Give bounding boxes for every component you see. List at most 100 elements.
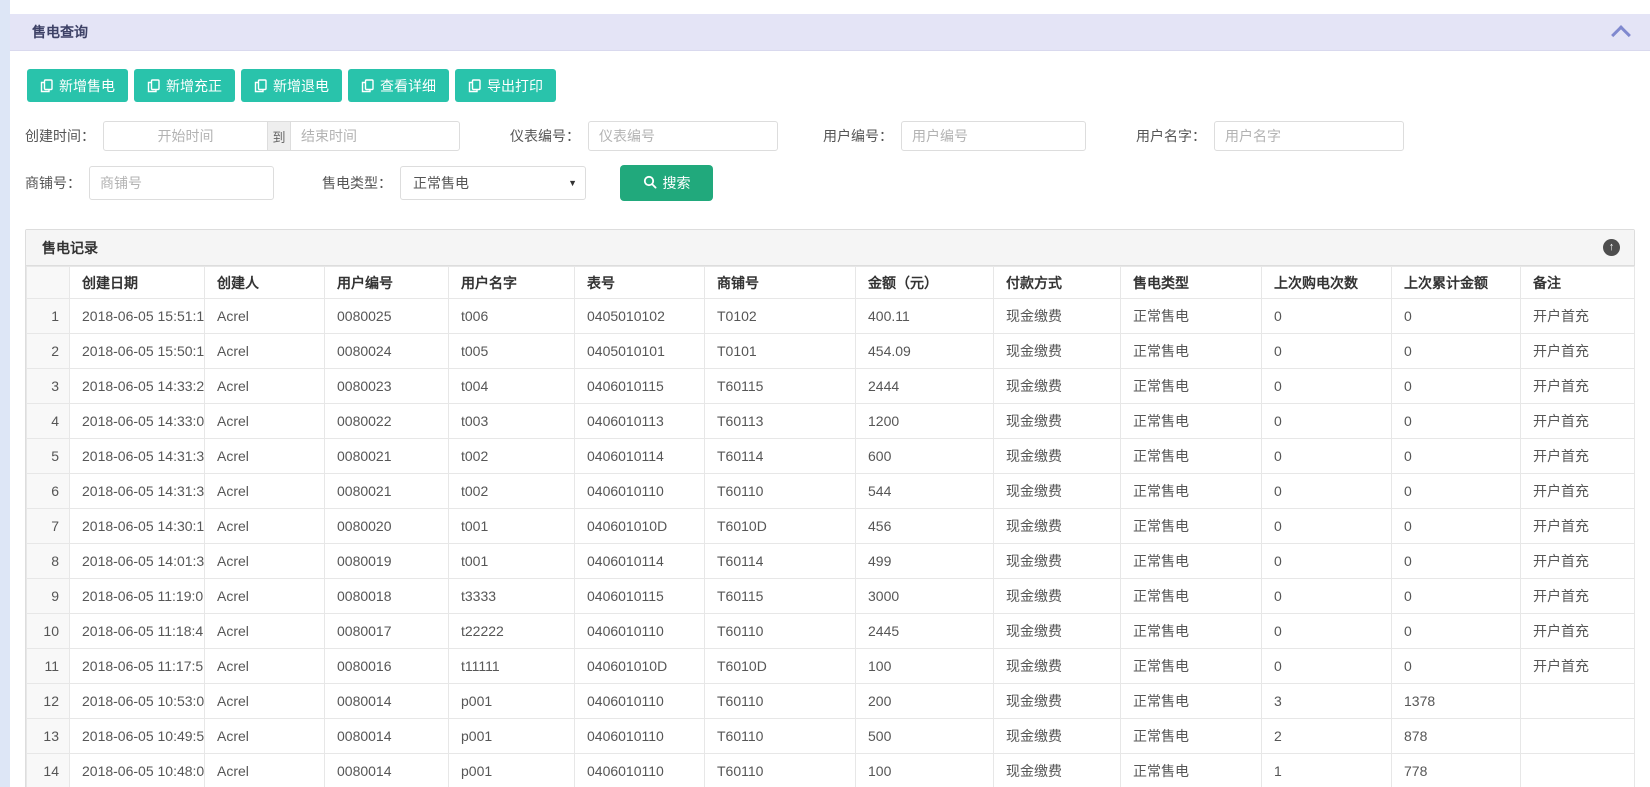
user-no-label: 用户编号： bbox=[823, 126, 893, 146]
table-cell: 0406010114 bbox=[575, 544, 705, 579]
search-button[interactable]: 搜索 bbox=[620, 165, 713, 201]
table-cell: 0080025 bbox=[325, 299, 449, 334]
row-index-cell: 5 bbox=[27, 439, 70, 474]
table-row[interactable]: 42018-06-05 14:33:0Acrel0080022t00304060… bbox=[27, 404, 1635, 439]
table-cell: 2018-06-05 15:50:1 bbox=[70, 334, 205, 369]
table-cell: 开户首充 bbox=[1521, 649, 1635, 684]
row-index-cell: 9 bbox=[27, 579, 70, 614]
table-cell: 0 bbox=[1262, 649, 1392, 684]
table-cell: 0080021 bbox=[325, 439, 449, 474]
date-to-label: 到 bbox=[268, 121, 290, 151]
table-cell: 0 bbox=[1262, 614, 1392, 649]
start-time-input[interactable] bbox=[103, 121, 268, 151]
add-sale-button[interactable]: 新增售电 bbox=[27, 69, 128, 102]
table-cell: 0 bbox=[1262, 579, 1392, 614]
meter-no-input[interactable] bbox=[588, 121, 778, 151]
user-no-input[interactable] bbox=[901, 121, 1086, 151]
table-row[interactable]: 122018-06-05 10:53:0Acrel0080014p0010406… bbox=[27, 684, 1635, 719]
shop-no-label: 商铺号： bbox=[25, 173, 81, 193]
table-cell: 现金缴费 bbox=[994, 544, 1121, 579]
page-header: 售电查询 bbox=[10, 14, 1650, 51]
column-header: 上次累计金额 bbox=[1392, 267, 1521, 299]
column-header: 创建人 bbox=[205, 267, 325, 299]
table-cell: 0080023 bbox=[325, 369, 449, 404]
table-row[interactable]: 112018-06-05 11:17:5Acrel0080016t1111104… bbox=[27, 649, 1635, 684]
row-index-cell: 13 bbox=[27, 719, 70, 754]
table-row[interactable]: 12018-06-05 15:51:1Acrel0080025t00604050… bbox=[27, 299, 1635, 334]
sale-records-table: 创建日期创建人用户编号用户名字表号商铺号金额（元）付款方式售电类型上次购电次数上… bbox=[26, 266, 1635, 787]
table-cell: 0 bbox=[1262, 369, 1392, 404]
table-cell: 开户首充 bbox=[1521, 614, 1635, 649]
table-cell: 0080024 bbox=[325, 334, 449, 369]
row-index-cell: 7 bbox=[27, 509, 70, 544]
column-header: 付款方式 bbox=[994, 267, 1121, 299]
copy-icon bbox=[361, 79, 374, 93]
main-content: 售电查询 新增售电 新增充正 新增退电 查看详细 导出打印 创建时间： 到 bbox=[10, 0, 1650, 787]
table-cell: 现金缴费 bbox=[994, 579, 1121, 614]
table-cell: t002 bbox=[449, 439, 575, 474]
table-cell: 2018-06-05 11:17:5 bbox=[70, 649, 205, 684]
column-header: 上次购电次数 bbox=[1262, 267, 1392, 299]
table-row[interactable]: 102018-06-05 11:18:4Acrel0080017t2222204… bbox=[27, 614, 1635, 649]
add-refund-button[interactable]: 新增退电 bbox=[241, 69, 342, 102]
table-cell: 0080019 bbox=[325, 544, 449, 579]
shop-no-input[interactable] bbox=[89, 166, 274, 200]
table-cell: t004 bbox=[449, 369, 575, 404]
table-cell: T60114 bbox=[705, 439, 856, 474]
table-cell: Acrel bbox=[205, 754, 325, 787]
table-cell: 开户首充 bbox=[1521, 579, 1635, 614]
table-row[interactable]: 82018-06-05 14:01:3Acrel0080019t00104060… bbox=[27, 544, 1635, 579]
add-recharge-button[interactable]: 新增充正 bbox=[134, 69, 235, 102]
table-cell: t001 bbox=[449, 544, 575, 579]
table-cell: 0 bbox=[1392, 649, 1521, 684]
panel-title: 售电记录 bbox=[42, 238, 98, 258]
table-row[interactable]: 62018-06-05 14:31:3Acrel0080021t00204060… bbox=[27, 474, 1635, 509]
table-cell: 0406010113 bbox=[575, 404, 705, 439]
table-cell: 0 bbox=[1392, 614, 1521, 649]
copy-icon bbox=[147, 79, 160, 93]
table-row[interactable]: 132018-06-05 10:49:5Acrel0080014p0010406… bbox=[27, 719, 1635, 754]
table-cell: 正常售电 bbox=[1121, 579, 1262, 614]
table-cell: 现金缴费 bbox=[994, 299, 1121, 334]
table-cell: 1378 bbox=[1392, 684, 1521, 719]
table-row[interactable]: 22018-06-05 15:50:1Acrel0080024t00504050… bbox=[27, 334, 1635, 369]
chevron-up-icon[interactable] bbox=[1611, 25, 1631, 45]
sale-type-select[interactable]: 正常售电 bbox=[400, 166, 586, 200]
end-time-input[interactable] bbox=[290, 121, 460, 151]
table-cell: T6010D bbox=[705, 509, 856, 544]
table-cell: 正常售电 bbox=[1121, 369, 1262, 404]
export-print-button[interactable]: 导出打印 bbox=[455, 69, 556, 102]
table-cell: 0406010110 bbox=[575, 684, 705, 719]
table-header-row: 创建日期创建人用户编号用户名字表号商铺号金额（元）付款方式售电类型上次购电次数上… bbox=[27, 267, 1635, 299]
table-row[interactable]: 142018-06-05 10:48:0Acrel0080014p0010406… bbox=[27, 754, 1635, 787]
table-cell: 2018-06-05 11:19:0 bbox=[70, 579, 205, 614]
table-cell: T60110 bbox=[705, 614, 856, 649]
view-detail-button[interactable]: 查看详细 bbox=[348, 69, 449, 102]
table-cell: 0 bbox=[1392, 404, 1521, 439]
table-row[interactable]: 52018-06-05 14:31:3Acrel0080021t00204060… bbox=[27, 439, 1635, 474]
row-index-cell: 11 bbox=[27, 649, 70, 684]
table-cell: 开户首充 bbox=[1521, 509, 1635, 544]
table-cell: 现金缴费 bbox=[994, 614, 1121, 649]
table-cell: 正常售电 bbox=[1121, 299, 1262, 334]
row-index-cell: 3 bbox=[27, 369, 70, 404]
table-cell: 2018-06-05 14:33:0 bbox=[70, 404, 205, 439]
table-cell: 0405010101 bbox=[575, 334, 705, 369]
table-row[interactable]: 32018-06-05 14:33:2Acrel0080023t00404060… bbox=[27, 369, 1635, 404]
table-cell: Acrel bbox=[205, 614, 325, 649]
user-name-input[interactable] bbox=[1214, 121, 1404, 151]
table-cell: 现金缴费 bbox=[994, 754, 1121, 787]
table-cell: 现金缴费 bbox=[994, 439, 1121, 474]
table-cell: 正常售电 bbox=[1121, 649, 1262, 684]
button-label: 查看详细 bbox=[380, 76, 436, 96]
table-row[interactable]: 72018-06-05 14:30:1Acrel0080020t00104060… bbox=[27, 509, 1635, 544]
table-cell: T60113 bbox=[705, 404, 856, 439]
table-cell: 0406010110 bbox=[575, 474, 705, 509]
circle-up-arrow-icon[interactable]: ↑ bbox=[1603, 239, 1620, 256]
table-cell: 开户首充 bbox=[1521, 299, 1635, 334]
table-cell: 040601010D bbox=[575, 649, 705, 684]
table-cell: 0 bbox=[1262, 299, 1392, 334]
table-cell: 0 bbox=[1262, 509, 1392, 544]
table-cell: 499 bbox=[856, 544, 994, 579]
table-row[interactable]: 92018-06-05 11:19:0Acrel0080018t33330406… bbox=[27, 579, 1635, 614]
